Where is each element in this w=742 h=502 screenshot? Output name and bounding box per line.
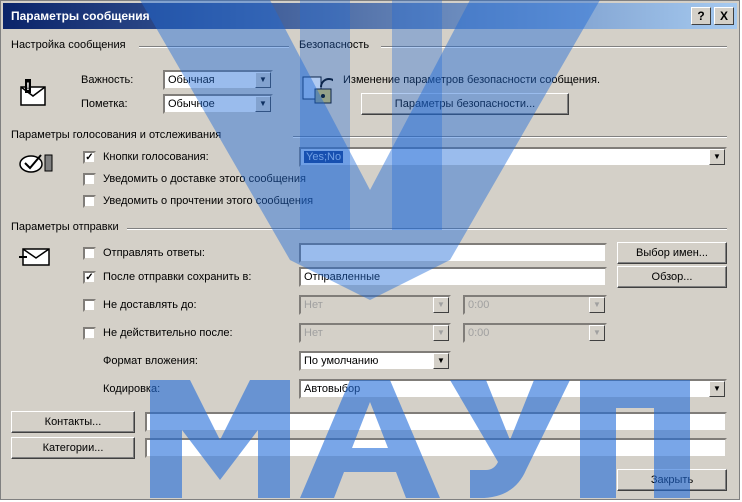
importance-label: Важность:: [81, 74, 134, 86]
settings-group-title: Настройка сообщения: [11, 39, 126, 51]
read-receipt-checkbox[interactable]: [83, 195, 96, 208]
voting-buttons-value: Yes;No: [304, 151, 344, 163]
deliver-after-time-value: 0:00: [468, 299, 490, 311]
voting-divider: [293, 136, 727, 138]
save-sent-folder-input[interactable]: Отправленные: [299, 267, 607, 287]
chevron-down-icon[interactable]: ▼: [433, 297, 449, 313]
save-sent-checkbox[interactable]: ✓: [83, 271, 96, 284]
message-settings-icon: !: [20, 79, 46, 106]
deliver-after-time[interactable]: 0:00 ▼: [463, 295, 607, 315]
voting-buttons-label: Кнопки голосования:: [103, 151, 209, 163]
chevron-down-icon[interactable]: ▼: [709, 149, 725, 165]
contacts-button[interactable]: Контакты...: [11, 411, 135, 433]
close-window-button[interactable]: X: [714, 7, 734, 25]
replies-to-label: Отправлять ответы:: [103, 247, 205, 259]
voting-buttons-combo[interactable]: Yes;No ▼: [299, 147, 727, 167]
categories-button[interactable]: Категории...: [11, 437, 135, 459]
contacts-input[interactable]: [145, 412, 727, 432]
replies-to-checkbox[interactable]: [83, 247, 96, 260]
expires-after-label: Не действительно после:: [103, 327, 233, 339]
title-bar[interactable]: Параметры сообщения ? X: [3, 3, 737, 29]
voting-icon: [19, 154, 53, 173]
categories-input[interactable]: [145, 438, 727, 458]
security-group-title: Безопасность: [299, 39, 370, 51]
chevron-down-icon[interactable]: ▼: [433, 325, 449, 341]
security-lock-icon: [302, 76, 333, 104]
chevron-down-icon[interactable]: ▼: [433, 353, 449, 369]
svg-text:!: !: [26, 81, 30, 93]
security-divider: [381, 46, 727, 48]
chevron-down-icon[interactable]: ▼: [709, 381, 725, 397]
select-names-button[interactable]: Выбор имен...: [617, 242, 727, 264]
read-receipt-label: Уведомить о прочтении этого сообщения: [103, 195, 314, 207]
deliver-after-label: Не доставлять до:: [103, 299, 197, 311]
dialog-title: Параметры сообщения: [11, 9, 150, 23]
voting-group-title: Параметры голосования и отслеживания: [11, 129, 222, 141]
settings-divider: [139, 46, 289, 48]
replies-to-input[interactable]: [299, 243, 607, 263]
expires-after-time-value: 0:00: [468, 327, 490, 339]
expires-after-checkbox[interactable]: [83, 327, 96, 340]
delivery-group-title: Параметры отправки: [11, 221, 119, 233]
chevron-down-icon[interactable]: ▼: [255, 72, 271, 88]
security-settings-button[interactable]: Параметры безопасности...: [361, 93, 569, 115]
chevron-down-icon[interactable]: ▼: [589, 325, 605, 341]
deliver-after-date[interactable]: Нет ▼: [299, 295, 451, 315]
attachment-format-select[interactable]: По умолчанию ▼: [299, 351, 451, 371]
encoding-value: Автовыбор: [304, 383, 361, 395]
save-sent-label: После отправки сохранить в:: [103, 271, 252, 283]
help-button[interactable]: ?: [691, 7, 711, 25]
importance-value: Обычная: [168, 74, 215, 86]
deliver-after-date-value: Нет: [304, 299, 323, 311]
chevron-down-icon[interactable]: ▼: [255, 96, 271, 112]
delivery-receipt-checkbox[interactable]: [83, 173, 96, 186]
encoding-label: Кодировка:: [103, 383, 161, 395]
expires-after-time[interactable]: 0:00 ▼: [463, 323, 607, 343]
sensitivity-select[interactable]: Обычное ▼: [163, 94, 273, 114]
attachment-format-value: По умолчанию: [304, 355, 379, 367]
attachment-format-label: Формат вложения:: [103, 355, 198, 367]
sensitivity-label: Пометка:: [81, 98, 128, 110]
sensitivity-value: Обычное: [168, 98, 215, 110]
expires-after-date[interactable]: Нет ▼: [299, 323, 451, 343]
importance-select[interactable]: Обычная ▼: [163, 70, 273, 90]
close-button[interactable]: Закрыть: [617, 469, 727, 491]
encoding-select[interactable]: Автовыбор ▼: [299, 379, 727, 399]
deliver-after-checkbox[interactable]: [83, 299, 96, 312]
message-options-dialog: Параметры сообщения ? X Настройка сообще…: [0, 0, 740, 500]
browse-button[interactable]: Обзор...: [617, 266, 727, 288]
chevron-down-icon[interactable]: ▼: [589, 297, 605, 313]
expires-after-date-value: Нет: [304, 327, 323, 339]
voting-buttons-checkbox[interactable]: ✓: [83, 151, 96, 164]
delivery-divider: [127, 228, 727, 230]
delivery-envelope-icon: [19, 248, 50, 266]
security-description: Изменение параметров безопасности сообще…: [343, 74, 601, 86]
delivery-receipt-label: Уведомить о доставке этого сообщения: [103, 173, 306, 185]
